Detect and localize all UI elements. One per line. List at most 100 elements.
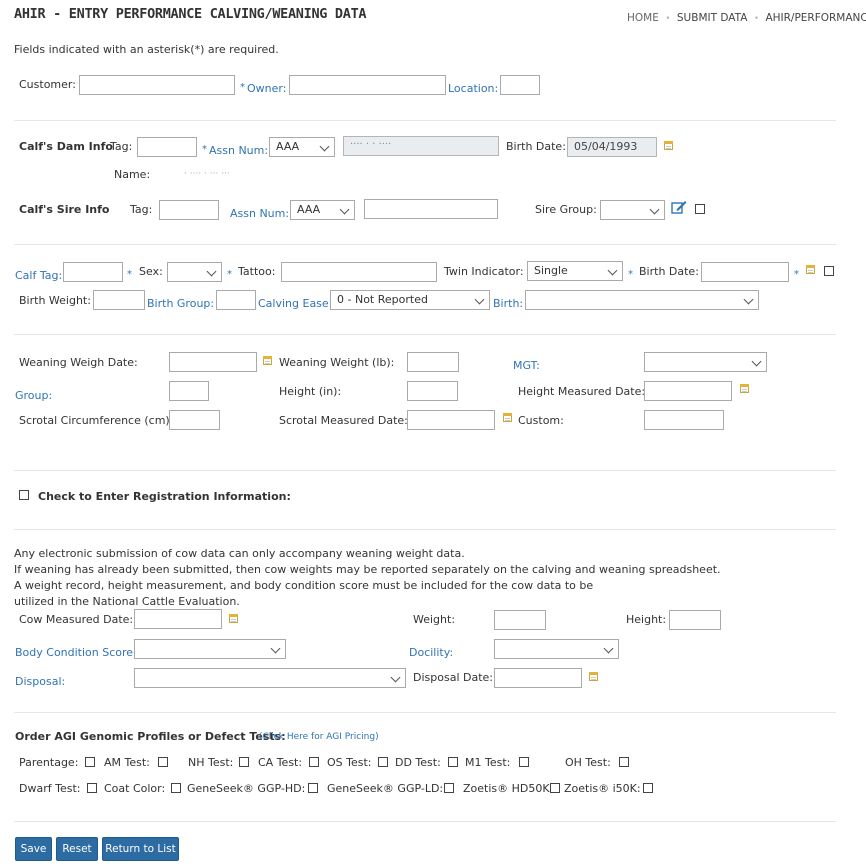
breadcrumb: HOME • SUBMIT DATA • AHIR/PERFORMANCE [627,11,866,24]
location-label[interactable]: Location: [448,82,498,95]
body-condition-score-select[interactable] [134,639,286,659]
docility-select[interactable] [494,639,619,659]
birth-weight-input[interactable] [93,290,145,310]
breadcrumb-home[interactable]: HOME [627,12,659,24]
cow-height-label: Height: [626,613,667,626]
sire-group-checkbox[interactable] [695,204,705,214]
birth-group-input[interactable] [216,290,256,310]
calendar-icon[interactable] [503,413,512,422]
calf-tag-label[interactable]: Calf Tag: [15,269,62,282]
calving-ease-select[interactable]: 0 - Not Reported [330,290,490,310]
dam-info-heading: Calf's Dam Info [19,140,113,153]
cow-height-input[interactable] [669,610,721,630]
nh-test-checkbox[interactable] [239,757,249,767]
parentage-checkbox[interactable] [85,757,95,767]
zoetis-hd50k-checkbox[interactable] [550,783,560,793]
oh-test-checkbox[interactable] [619,757,629,767]
m1-test-checkbox[interactable] [519,757,529,767]
calendar-icon[interactable] [806,265,815,274]
dwarf-test-label: Dwarf Test: [19,782,81,795]
sire-assn-select[interactable]: AAA [290,200,355,220]
mgt-label[interactable]: MGT: [513,359,540,372]
cow-measured-date-input[interactable] [134,609,222,629]
body-condition-score-label[interactable]: Body Condition Score: [15,646,137,659]
sex-select[interactable] [167,262,222,282]
calf-birth-date-input[interactable] [701,262,789,282]
dam-assn-num-label[interactable]: Assn Num: [209,144,268,157]
owner-input[interactable] [289,75,446,95]
birth-group-label[interactable]: Birth Group: [147,297,214,310]
chevron-down-icon [339,204,350,215]
coat-color-checkbox[interactable] [171,783,181,793]
scrotal-measured-date-input[interactable] [407,410,495,430]
customer-input[interactable] [79,75,235,95]
calendar-icon[interactable] [664,141,673,150]
cow-measured-date-label: Cow Measured Date: [19,613,134,626]
disposal-select[interactable] [134,668,406,688]
cow-note-4: utilized in the National Cattle Evaluati… [14,595,240,608]
dam-name-value: · ···· · ··· ··· [184,169,230,179]
disposal-date-input[interactable] [494,668,582,688]
cow-note-3: A weight record, height measurement, and… [14,579,594,592]
ca-test-checkbox[interactable] [309,757,319,767]
height-measured-date-label: Height Measured Date: [518,385,646,398]
dd-test-checkbox[interactable] [448,757,458,767]
os-test-checkbox[interactable] [378,757,388,767]
calendar-icon[interactable] [263,356,272,365]
mgt-select[interactable] [644,352,767,372]
docility-label[interactable]: Docility: [409,646,453,659]
nh-test-label: NH Test: [188,756,234,769]
dam-tag-input[interactable] [137,137,197,157]
dam-birth-date-field: 05/04/1993 [567,137,657,157]
location-input[interactable] [500,75,540,95]
reset-button[interactable]: Reset [56,837,98,861]
customer-label: Customer: [19,78,76,91]
dam-assn-select[interactable]: AAA [269,137,335,157]
divider [14,120,836,121]
group-label[interactable]: Group: [15,389,52,402]
scrotal-measured-date-label: Scrotal Measured Date: [279,414,408,427]
birth-label[interactable]: Birth: [493,297,523,310]
sire-assn-num-label[interactable]: Assn Num: [230,207,289,220]
calving-ease-label[interactable]: Calving Ease: [258,297,332,310]
agi-pricing-link[interactable]: (Click Here for AGI Pricing) [259,732,379,742]
custom-input[interactable] [644,410,724,430]
calendar-icon[interactable] [229,614,238,623]
return-to-list-button[interactable]: Return to List [102,837,179,861]
edit-icon[interactable] [671,200,687,214]
sire-tag-input[interactable] [159,200,219,220]
birth-select[interactable] [525,290,759,310]
divider [14,712,836,713]
sire-assn-input[interactable] [364,199,498,219]
zoetis-i50k-checkbox[interactable] [643,783,653,793]
save-button[interactable]: Save [15,837,52,861]
birth-weight-label: Birth Weight: [19,294,91,307]
weaning-weight-input[interactable] [407,352,459,372]
cow-weight-input[interactable] [494,610,546,630]
twin-indicator-select[interactable]: Single [527,261,623,281]
chevron-down-icon [603,643,614,654]
calendar-icon[interactable] [740,384,749,393]
breadcrumb-ahir-performance[interactable]: AHIR/PERFORMANCE [765,12,866,24]
geneseek-ggp-ld-checkbox[interactable] [444,783,454,793]
disposal-label[interactable]: Disposal: [15,675,65,688]
sire-group-select[interactable] [600,200,665,220]
registration-checkbox[interactable] [19,490,29,500]
am-test-checkbox[interactable] [158,757,168,767]
group-input[interactable] [169,381,209,401]
dwarf-test-checkbox[interactable] [87,783,97,793]
tattoo-input[interactable] [281,262,437,282]
calendar-icon[interactable] [589,672,598,681]
calf-tag-input[interactable] [63,262,123,282]
calf-birth-date-label: Birth Date: [639,265,699,278]
divider [14,529,836,530]
owner-label[interactable]: Owner: [247,82,286,95]
weaning-weigh-date-input[interactable] [169,352,257,372]
geneseek-ggp-hd-checkbox[interactable] [308,783,318,793]
breadcrumb-submit-data[interactable]: SUBMIT DATA [677,12,748,24]
height-measured-date-input[interactable] [644,381,732,401]
scrotal-circumference-input[interactable] [169,410,220,430]
divider [14,334,836,335]
height-input[interactable] [407,381,458,401]
calf-birth-date-checkbox[interactable] [824,266,834,276]
